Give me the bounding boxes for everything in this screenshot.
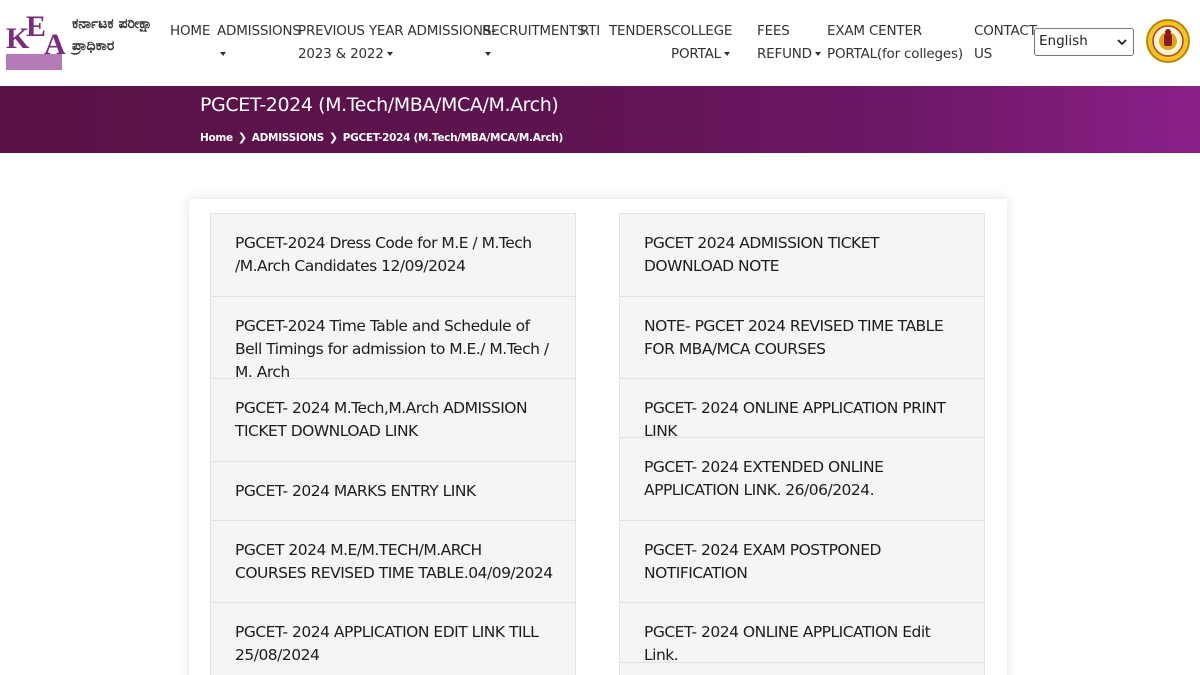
nav-previous-year-label-2: 2023 & 2022 (298, 46, 384, 62)
link-admission-ticket-download[interactable]: PGCET- 2024 M.Tech,M.Arch ADMISSION TICK… (210, 378, 576, 462)
links-card: PGCET-2024 Dress Code for M.E / M.Tech /… (189, 199, 1007, 675)
link-dress-code[interactable]: PGCET-2024 Dress Code for M.E / M.Tech /… (210, 213, 576, 297)
link-application-edit[interactable]: PGCET- 2024 APPLICATION EDIT LINK TILL 2… (210, 602, 576, 675)
chevron-down-icon (814, 52, 821, 56)
nav-recruitments-label: RECRUITMENTS (482, 23, 586, 39)
page-title: PGCET-2024 (M.Tech/MBA/MCA/M.Arch) (200, 94, 559, 116)
link-extended-online-application[interactable]: PGCET- 2024 EXTENDED ONLINE APPLICATION … (619, 437, 985, 521)
breadcrumb-current: PGCET-2024 (M.Tech/MBA/MCA/M.Arch) (342, 131, 564, 144)
link-marks-entry[interactable]: PGCET- 2024 MARKS ENTRY LINK (210, 461, 576, 521)
nav-college-portal-label-2: PORTAL (671, 46, 721, 62)
nav-contact-us[interactable]: CONTACT US (974, 20, 1037, 66)
nav-fees-refund-label-2: REFUND (757, 46, 812, 62)
nav-admissions-label: ADMISSIONS (217, 23, 301, 39)
nav-rti-label: RTI (580, 23, 601, 39)
chevron-down-icon (723, 52, 730, 56)
link-revised-time-table-mba-mca[interactable]: NOTE- PGCET 2024 REVISED TIME TABLE FOR … (619, 296, 985, 379)
kea-logo-mark: K E A (6, 10, 66, 70)
logo-kannada-line1: ಕರ್ನಾಟಕ ಪರೀಕ್ಷಾ (72, 16, 153, 32)
nav-recruitments[interactable]: RECRUITMENTS (482, 20, 586, 66)
link-time-table-bell-timings[interactable]: PGCET-2024 Time Table and Schedule of Be… (210, 296, 576, 379)
chevron-down-icon (1117, 39, 1127, 46)
link-online-application-edit[interactable]: PGCET- 2024 ONLINE APPLICATION Edit Link… (619, 602, 985, 663)
chevron-down-icon (485, 52, 491, 56)
link-admission-ticket-note[interactable]: PGCET 2024 ADMISSION TICKET DOWNLOAD NOT… (619, 213, 985, 297)
logo-letter-a: A (44, 28, 66, 61)
chevron-down-icon (386, 52, 393, 56)
nav-exam-center-label-1: EXAM CENTER (827, 23, 922, 39)
logo-kannada-line2: ಪ್ರಾಧಿಕಾರ (72, 38, 115, 54)
nav-home[interactable]: HOME (170, 20, 210, 43)
link-item-partial[interactable] (619, 662, 985, 675)
page-banner: PGCET-2024 (M.Tech/MBA/MCA/M.Arch) Home … (0, 86, 1200, 153)
link-revised-time-table[interactable]: PGCET 2024 M.E/M.TECH/M.ARCH COURSES REV… (210, 520, 576, 603)
nav-previous-year-admissions[interactable]: PREVIOUS YEAR ADMISSIONS- 2023 & 2022 (298, 20, 496, 66)
link-online-application-print[interactable]: PGCET- 2024 ONLINE APPLICATION PRINT LIN… (619, 378, 985, 438)
nav-contact-label-1: CONTACT (974, 23, 1037, 39)
nav-tenders[interactable]: TENDERS (609, 20, 672, 43)
site-header: K E A ಕರ್ನಾಟಕ ಪರೀಕ್ಷಾ ಪ್ರಾಧಿಕಾರ HOME ADM… (0, 0, 1200, 86)
breadcrumb-admissions[interactable]: ADMISSIONS (252, 132, 324, 144)
kea-logo[interactable]: K E A ಕರ್ನಾಟಕ ಪರೀಕ್ಷಾ ಪ್ರಾಧಿಕಾರ (6, 10, 152, 72)
nav-home-label: HOME (170, 23, 211, 39)
nav-exam-center-portal[interactable]: EXAM CENTER PORTAL(for colleges) (827, 20, 963, 66)
nav-tenders-label: TENDERS (609, 23, 672, 39)
chevron-right-icon: ❯ (237, 131, 247, 144)
nav-college-portal-label-1: COLLEGE (671, 23, 733, 39)
chevron-right-icon: ❯ (328, 131, 338, 144)
karnataka-government-emblem-icon (1146, 19, 1190, 63)
logo-letter-e: E (26, 10, 47, 43)
nav-rti[interactable]: RTI (580, 20, 600, 43)
breadcrumb: Home ❯ ADMISSIONS ❯ PGCET-2024 (M.Tech/M… (200, 131, 563, 144)
language-selected-value: English (1039, 33, 1088, 49)
nav-fees-refund-label-1: FEES (757, 23, 790, 39)
nav-college-portal[interactable]: COLLEGE PORTAL (671, 20, 732, 66)
chevron-down-icon (220, 52, 226, 56)
breadcrumb-home[interactable]: Home (200, 132, 233, 144)
nav-contact-label-2: US (974, 46, 993, 62)
link-exam-postponed[interactable]: PGCET- 2024 EXAM POSTPONED NOTIFICATION (619, 520, 985, 603)
nav-admissions[interactable]: ADMISSIONS (217, 20, 301, 66)
nav-fees-refund[interactable]: FEES REFUND (757, 20, 821, 66)
nav-previous-year-label-1: PREVIOUS YEAR ADMISSIONS- (298, 23, 496, 39)
nav-exam-center-label-2: PORTAL(for colleges) (827, 46, 963, 62)
